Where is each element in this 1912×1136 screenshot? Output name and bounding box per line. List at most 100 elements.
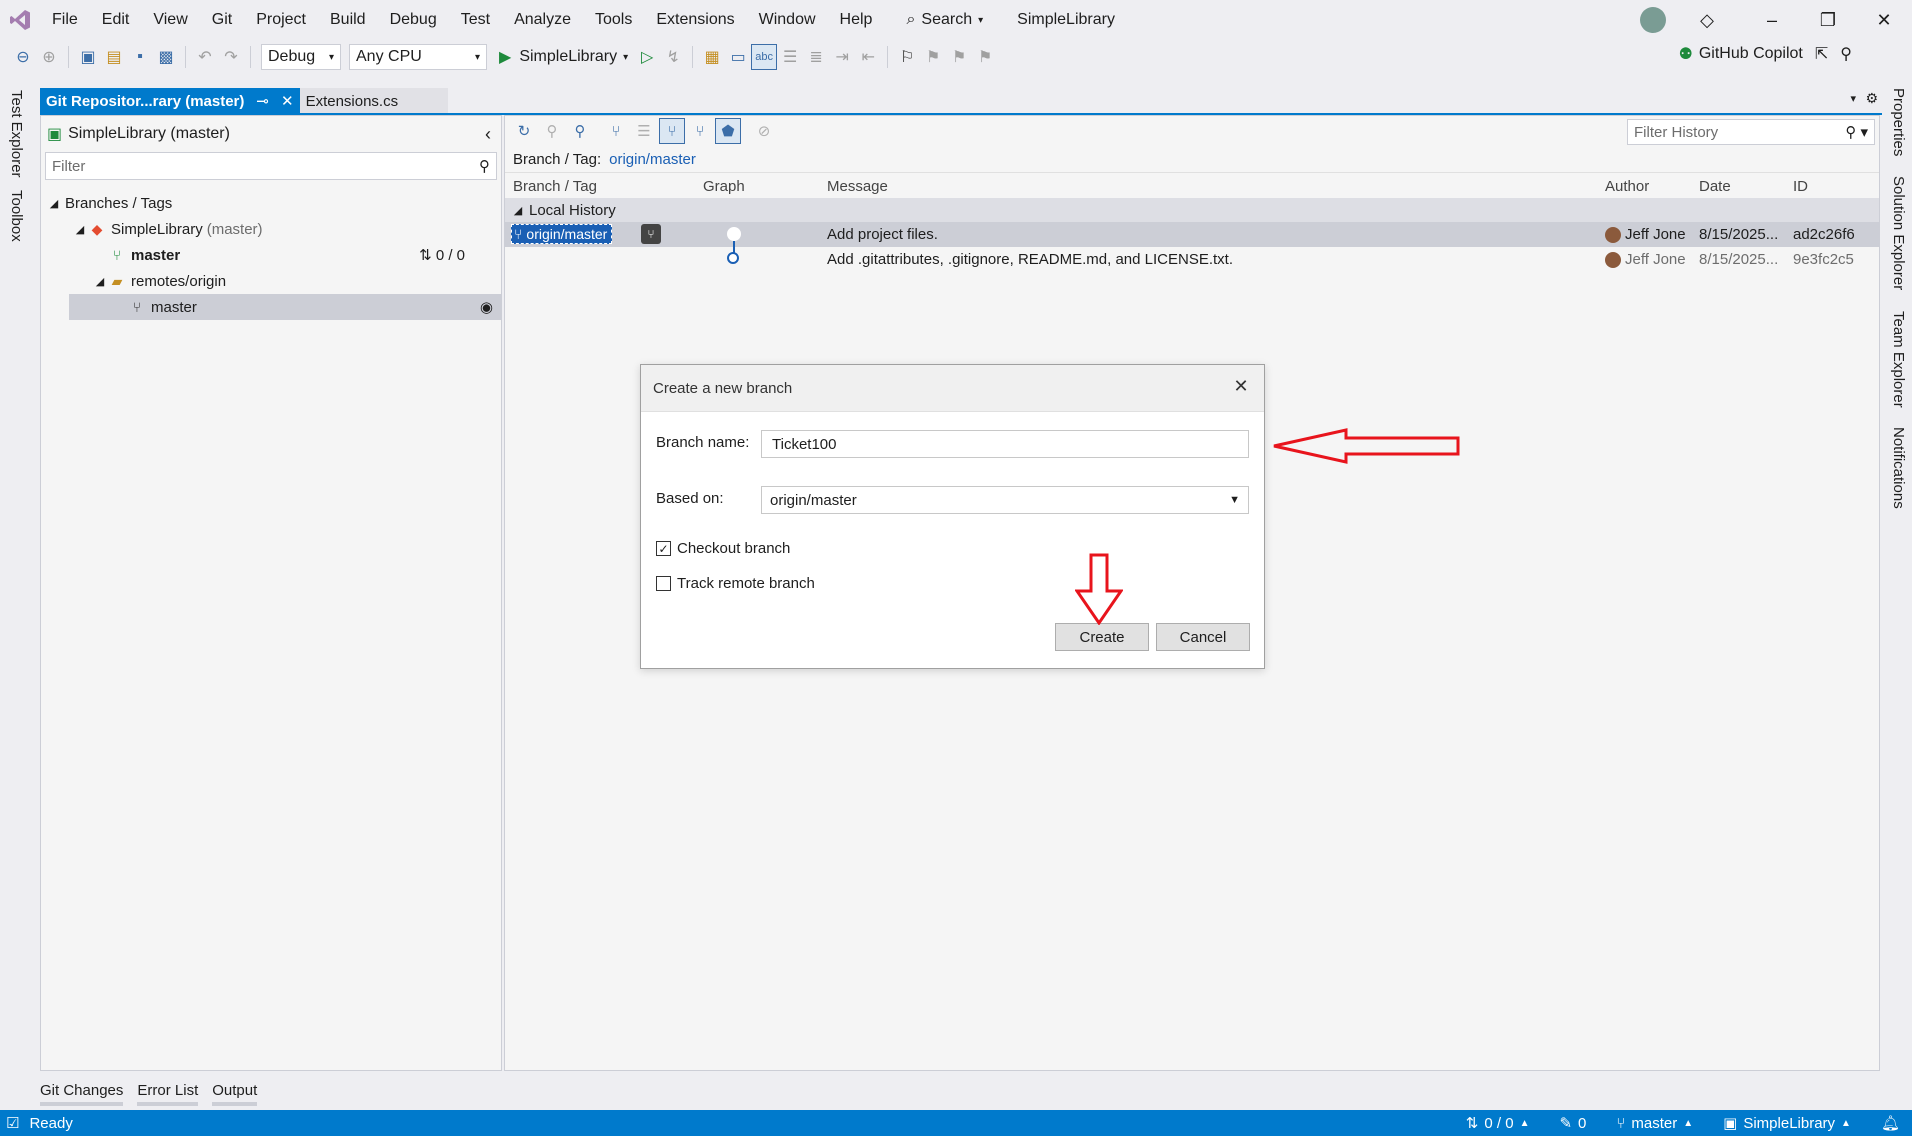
- branch-tag-link[interactable]: origin/master: [609, 151, 696, 168]
- account-avatar[interactable]: [1640, 7, 1667, 33]
- navigate-back-icon[interactable]: ⊖: [10, 44, 36, 70]
- prev-bookmark-icon[interactable]: ⚑: [920, 44, 946, 70]
- tab-solution-explorer[interactable]: Solution Explorer: [1886, 172, 1911, 294]
- new-project-icon[interactable]: ▣: [75, 44, 101, 70]
- bookmark-icon[interactable]: ⚐: [894, 44, 920, 70]
- menu-project[interactable]: Project: [244, 0, 318, 40]
- platform-dropdown[interactable]: Any CPU ▾: [349, 44, 487, 70]
- window-layout-icon[interactable]: ▭: [725, 44, 751, 70]
- outdent-icon[interactable]: ⇤: [855, 44, 881, 70]
- graph-branches-icon[interactable]: ⑂: [603, 118, 629, 144]
- branch-filter-input[interactable]: Filter ⚲: [45, 152, 497, 180]
- col-branch-tag[interactable]: Branch / Tag: [513, 178, 597, 195]
- branch-name-input[interactable]: Ticket100: [761, 430, 1249, 458]
- branch-chip-origin-master[interactable]: ⑂ origin/master: [511, 224, 613, 244]
- track-remote-branch-checkbox[interactable]: Track remote branch: [656, 575, 815, 592]
- save-icon[interactable]: ▪: [127, 44, 153, 70]
- navigate-forward-icon[interactable]: ⊕: [36, 44, 62, 70]
- premium-diamond-icon[interactable]: ◇: [1700, 10, 1714, 31]
- sync-status-button[interactable]: ⇅ 0 / 0 ▲: [1466, 1114, 1530, 1133]
- spell-check-icon[interactable]: abc: [751, 44, 778, 70]
- fetch-icon[interactable]: ⚲: [539, 118, 565, 144]
- col-id[interactable]: ID: [1793, 178, 1808, 195]
- based-on-dropdown[interactable]: origin/master ▼: [761, 486, 1249, 514]
- format-icon[interactable]: ☰: [777, 44, 803, 70]
- clear-bookmarks-icon[interactable]: ⚑: [972, 44, 998, 70]
- local-branches-toggle-icon[interactable]: ⑂: [659, 118, 685, 144]
- notifications-bell-icon[interactable]: 🔔︎: [1881, 1114, 1900, 1132]
- table-row[interactable]: ⑂ origin/master ⑂ Add project files. Jef…: [505, 222, 1879, 247]
- tab-toolbox[interactable]: Toolbox: [0, 184, 33, 248]
- github-copilot-button[interactable]: ⚉ GitHub Copilot ⇱ ⚲: [1678, 44, 1852, 64]
- restore-button[interactable]: ❐: [1800, 0, 1856, 40]
- tab-error-list[interactable]: Error List: [137, 1078, 199, 1106]
- col-graph[interactable]: Graph: [703, 178, 745, 195]
- expand-arrow-icon[interactable]: ◢: [93, 275, 107, 288]
- search-button[interactable]: ⌕ Search ▾: [896, 4, 993, 36]
- tree-item-local-master[interactable]: ⑂ master ⇅ 0 / 0: [41, 242, 501, 268]
- feedback-icon[interactable]: ⚲: [1840, 44, 1852, 64]
- tab-list-dropdown-icon[interactable]: ▾: [1850, 92, 1856, 105]
- tab-notifications[interactable]: Notifications: [1886, 423, 1911, 513]
- redo-icon[interactable]: ↷: [218, 44, 244, 70]
- tab-team-explorer[interactable]: Team Explorer: [1886, 307, 1911, 412]
- menu-edit[interactable]: Edit: [90, 0, 142, 40]
- checkout-branch-checkbox[interactable]: ✓ Checkout branch: [656, 540, 790, 557]
- tab-extensions-cs[interactable]: Extensions.cs: [299, 88, 448, 114]
- gear-icon[interactable]: ⚙: [1865, 90, 1878, 107]
- menu-build[interactable]: Build: [318, 0, 378, 40]
- section-branches-tags[interactable]: ◢ Branches / Tags: [41, 190, 501, 216]
- start-debugging-button[interactable]: ▶ SimpleLibrary ▾: [499, 47, 628, 67]
- menu-window[interactable]: Window: [747, 0, 828, 40]
- pending-changes-button[interactable]: ✎ 0: [1559, 1114, 1586, 1133]
- eye-icon[interactable]: ◉: [480, 298, 493, 316]
- menu-view[interactable]: View: [141, 0, 199, 40]
- tree-item-remote-master[interactable]: ⑂ master ◉: [69, 294, 501, 320]
- repo-status-button[interactable]: ▣ SimpleLibrary ▲: [1723, 1114, 1851, 1133]
- tab-properties[interactable]: Properties: [1886, 84, 1911, 160]
- minimize-button[interactable]: –: [1744, 0, 1800, 40]
- create-button[interactable]: Create: [1055, 623, 1149, 651]
- remote-branches-toggle-icon[interactable]: ⑂: [687, 118, 713, 144]
- tree-item-remotes-origin[interactable]: ◢ ▰ remotes/origin: [41, 268, 501, 294]
- collapse-pane-icon[interactable]: ‹: [485, 124, 491, 145]
- menu-test[interactable]: Test: [449, 0, 502, 40]
- start-without-debugging-icon[interactable]: ▷: [634, 44, 660, 70]
- filter-history-input[interactable]: Filter History ⚲ ▾: [1627, 119, 1875, 145]
- tab-output[interactable]: Output: [212, 1078, 258, 1106]
- comment-icon[interactable]: ≣: [803, 44, 829, 70]
- indent-icon[interactable]: ⇥: [829, 44, 855, 70]
- tags-toggle-icon[interactable]: ⬟: [715, 118, 741, 144]
- col-author[interactable]: Author: [1605, 178, 1649, 195]
- menu-file[interactable]: File: [40, 0, 90, 40]
- share-icon[interactable]: ⇱: [1815, 44, 1828, 64]
- tab-git-repository[interactable]: Git Repositor...rary (master) ⊸ ✕: [40, 88, 300, 114]
- close-icon[interactable]: ✕: [281, 92, 294, 110]
- tree-item-repo[interactable]: ◢ ◆ SimpleLibrary (master): [41, 216, 501, 242]
- branch-status-button[interactable]: ⑂ master ▲: [1616, 1115, 1693, 1132]
- close-icon[interactable]: ✕: [1228, 373, 1254, 399]
- expand-arrow-icon[interactable]: ◢: [511, 204, 525, 217]
- menu-debug[interactable]: Debug: [378, 0, 449, 40]
- close-window-button[interactable]: ✕: [1856, 0, 1912, 40]
- configuration-dropdown[interactable]: Debug ▾: [261, 44, 341, 70]
- hot-reload-icon[interactable]: ↯: [660, 44, 686, 70]
- refresh-icon[interactable]: ↻: [511, 118, 537, 144]
- group-local-history[interactable]: ◢ Local History: [505, 198, 1879, 222]
- expand-arrow-icon[interactable]: ◢: [47, 197, 61, 210]
- col-message[interactable]: Message: [827, 178, 888, 195]
- solution-folder-icon[interactable]: ▦: [699, 44, 725, 70]
- cancel-button[interactable]: Cancel: [1156, 623, 1250, 651]
- menu-tools[interactable]: Tools: [583, 0, 644, 40]
- next-bookmark-icon[interactable]: ⚑: [946, 44, 972, 70]
- menu-extensions[interactable]: Extensions: [644, 0, 746, 40]
- open-folder-icon[interactable]: ▤: [101, 44, 127, 70]
- menu-analyze[interactable]: Analyze: [502, 0, 583, 40]
- menu-help[interactable]: Help: [828, 0, 885, 40]
- menu-git[interactable]: Git: [200, 0, 244, 40]
- tab-git-changes[interactable]: Git Changes: [40, 1078, 124, 1106]
- table-row[interactable]: Add .gitattributes, .gitignore, README.m…: [505, 241, 1879, 272]
- pin-icon[interactable]: ⊸: [256, 92, 269, 110]
- col-date[interactable]: Date: [1699, 178, 1731, 195]
- expand-arrow-icon[interactable]: ◢: [73, 223, 87, 236]
